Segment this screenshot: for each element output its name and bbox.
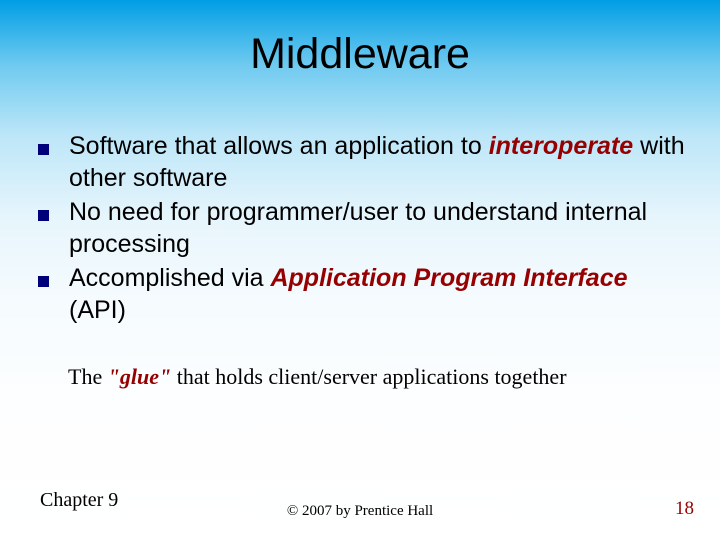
slide-content: Software that allows an application to i… [38, 130, 690, 390]
accent-text: interoperate [489, 132, 633, 160]
footer-copyright: © 2007 by Prentice Hall [0, 503, 720, 520]
text-segment: Software that allows an application to [69, 132, 489, 160]
bullet-icon [38, 144, 49, 155]
bullet-text: No need for programmer/user to understan… [69, 196, 690, 260]
slide-title: Middleware [0, 30, 720, 79]
text-segment: (API) [69, 296, 126, 324]
bullet-item: Software that allows an application to i… [38, 130, 690, 194]
bullet-icon [38, 276, 49, 287]
accent-text: "glue" [108, 364, 172, 389]
accent-text: Application Program Interface [270, 264, 627, 292]
bullet-item: Accomplished via Application Program Int… [38, 262, 690, 326]
text-segment: Accomplished via [69, 264, 270, 292]
slide: Middleware Software that allows an appli… [0, 0, 720, 540]
footer-page-number: 18 [675, 498, 694, 520]
bullet-item: No need for programmer/user to understan… [38, 196, 690, 260]
text-segment: that holds client/server applications to… [171, 364, 566, 389]
text-segment: No need for programmer/user to understan… [69, 198, 647, 258]
bullet-text: Software that allows an application to i… [69, 130, 690, 194]
text-segment: The [68, 364, 108, 389]
bullet-text: Accomplished via Application Program Int… [69, 262, 690, 326]
bullet-icon [38, 210, 49, 221]
sub-line: The "glue" that holds client/server appl… [68, 364, 690, 390]
